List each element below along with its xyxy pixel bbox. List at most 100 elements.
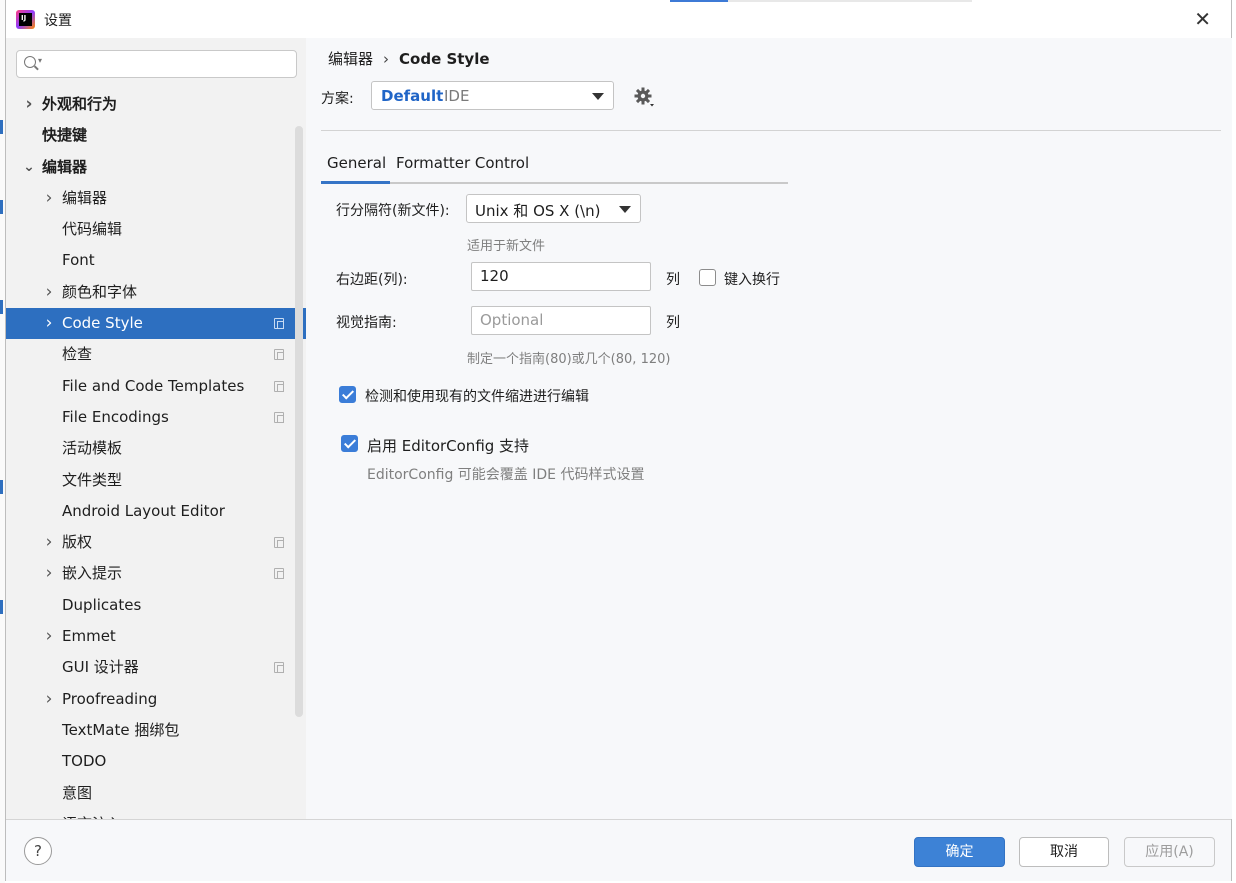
tab-formatter-control[interactable]: Formatter Control xyxy=(396,151,529,184)
search-options-chevron-icon[interactable]: ▾ xyxy=(38,56,42,65)
gear-icon[interactable] xyxy=(633,86,655,108)
divider xyxy=(321,130,1221,131)
sidebar-item[interactable]: 检查 xyxy=(6,339,306,370)
scheme-value: Default xyxy=(381,87,444,105)
sidebar-item-label: File and Code Templates xyxy=(62,376,245,395)
sidebar-item-label: 意图 xyxy=(62,783,93,802)
scheme-sub: IDE xyxy=(444,87,470,105)
tab-bar: General Formatter Control xyxy=(321,151,788,184)
sidebar-item-label: 代码编辑 xyxy=(62,220,123,239)
sidebar-item[interactable]: File Encodings xyxy=(6,402,306,433)
sidebar-item-label: 活动模板 xyxy=(62,439,123,458)
sidebar-item[interactable]: › 嵌入提示 xyxy=(6,558,306,589)
sidebar-item[interactable]: Duplicates xyxy=(6,590,306,621)
right-margin-input[interactable]: 120 xyxy=(471,262,651,291)
editorconfig-hint: EditorConfig 可能会覆盖 IDE 代码样式设置 xyxy=(367,467,645,483)
breadcrumb-parent[interactable]: 编辑器 xyxy=(328,50,373,68)
sidebar-scrollbar[interactable] xyxy=(295,126,303,717)
chevron-down-icon[interactable]: ⌄ xyxy=(22,152,36,183)
sidebar-item[interactable]: 活动模板 xyxy=(6,433,306,464)
search-input[interactable]: ▾ xyxy=(16,50,297,78)
sidebar-item[interactable]: 快捷键 xyxy=(6,120,306,151)
sidebar-item[interactable]: Android Layout Editor xyxy=(6,496,306,527)
sidebar-item[interactable]: TextMate 捆绑包 xyxy=(6,715,306,746)
chevron-right-icon[interactable]: › xyxy=(42,527,56,558)
detect-indent-checkbox[interactable] xyxy=(339,386,356,403)
editorconfig-checkbox[interactable] xyxy=(341,435,358,452)
sidebar-item[interactable]: TODO xyxy=(6,746,306,777)
right-margin-unit: 列 xyxy=(666,272,680,288)
visual-guides-hint: 制定一个指南(80)或几个(80, 120) xyxy=(467,352,671,367)
background-tab-accent xyxy=(670,0,728,2)
project-scope-icon xyxy=(274,318,284,330)
chevron-right-icon[interactable]: › xyxy=(42,621,56,652)
background-tab-strip xyxy=(728,0,972,2)
sidebar-item-label: 颜色和字体 xyxy=(62,282,138,301)
cancel-button[interactable]: 取消 xyxy=(1019,837,1109,867)
sidebar-item-label: TODO xyxy=(62,752,107,771)
sidebar-item[interactable]: 意图 xyxy=(6,778,306,809)
chevron-right-icon[interactable]: › xyxy=(42,809,56,819)
settings-sidebar: ▾ › 外观和行为 快捷键 ⌄ 编辑器 › 编辑器 代码编辑 Font › 颜色和字体 › Code S… xyxy=(6,38,306,819)
tab-general[interactable]: General xyxy=(321,151,390,184)
project-scope-icon xyxy=(274,568,284,580)
sidebar-item[interactable]: Font xyxy=(6,245,306,276)
sidebar-item[interactable]: 代码编辑 xyxy=(6,214,306,245)
editorconfig-label: 启用 EditorConfig 支持 xyxy=(367,437,530,455)
sidebar-item-label: 外观和行为 xyxy=(42,95,118,113)
help-icon[interactable]: ? xyxy=(24,837,52,865)
dialog-footer: ? 确定 取消 应用(A) xyxy=(6,819,1231,881)
sidebar-item[interactable]: GUI 设计器 xyxy=(6,652,306,683)
wrap-on-typing-checkbox[interactable] xyxy=(699,269,716,286)
visual-guides-unit: 列 xyxy=(666,315,680,331)
chevron-right-icon[interactable]: › xyxy=(22,89,36,120)
apply-button[interactable]: 应用(A) xyxy=(1124,837,1215,867)
line-separator-value: Unix 和 OS X (\n) xyxy=(475,202,601,220)
sidebar-item[interactable]: › 语言注入 xyxy=(6,809,306,819)
project-scope-icon xyxy=(274,537,284,549)
window-title: 设置 xyxy=(44,13,72,29)
sidebar-item[interactable]: › Code Style xyxy=(6,308,306,340)
chevron-right-icon[interactable]: › xyxy=(42,183,56,214)
sidebar-item[interactable]: › Proofreading xyxy=(6,684,306,715)
sidebar-item[interactable]: › 版权 xyxy=(6,527,306,558)
sidebar-item[interactable]: 文件类型 xyxy=(6,465,306,496)
chevron-right-icon[interactable]: › xyxy=(42,277,56,308)
project-scope-icon xyxy=(274,380,284,392)
close-icon[interactable]: ✕ xyxy=(1194,7,1211,31)
scheme-select[interactable]: Default IDE xyxy=(371,81,614,110)
sidebar-item[interactable]: › Emmet xyxy=(6,621,306,652)
chevron-right-icon[interactable]: › xyxy=(42,684,56,715)
sidebar-item-label: GUI 设计器 xyxy=(62,658,139,677)
sidebar-item[interactable]: › 颜色和字体 xyxy=(6,277,306,308)
sidebar-item-label: Code Style xyxy=(62,314,143,333)
sidebar-item[interactable]: ⌄ 编辑器 xyxy=(6,152,306,183)
sidebar-item-label: 快捷键 xyxy=(42,126,88,145)
chevron-right-icon[interactable]: › xyxy=(42,308,56,339)
breadcrumb-current: Code Style xyxy=(399,50,490,68)
sidebar-item[interactable]: › 编辑器 xyxy=(6,183,306,214)
visual-guides-input[interactable]: Optional xyxy=(471,306,651,335)
line-separator-label: 行分隔符(新文件): xyxy=(336,203,450,219)
project-scope-icon xyxy=(274,662,284,674)
dropdown-arrow-icon xyxy=(619,206,631,213)
scheme-label: 方案: xyxy=(321,91,354,107)
dropdown-arrow-icon xyxy=(592,93,604,100)
detect-indent-label: 检测和使用现有的文件缩进进行编辑 xyxy=(365,389,589,405)
line-separator-select[interactable]: Unix 和 OS X (\n) xyxy=(466,194,641,223)
sidebar-item-label: 文件类型 xyxy=(62,470,123,489)
sidebar-item[interactable]: File and Code Templates xyxy=(6,371,306,402)
project-scope-icon xyxy=(274,411,284,423)
sidebar-item-label: TextMate 捆绑包 xyxy=(62,720,180,739)
settings-dialog: IJ 设置 ✕ ▾ › 外观和行为 快捷键 ⌄ 编辑器 › 编辑器 代码编辑 Font › 颜色和字… xyxy=(5,0,1232,881)
sidebar-item-label: 编辑器 xyxy=(62,188,108,207)
project-scope-icon xyxy=(274,349,284,361)
settings-tree: › 外观和行为 快捷键 ⌄ 编辑器 › 编辑器 代码编辑 Font › 颜色和字体 › Code Sty… xyxy=(6,89,306,819)
sidebar-item-label: 嵌入提示 xyxy=(62,564,123,583)
ok-button[interactable]: 确定 xyxy=(914,837,1005,867)
sidebar-item-label: Duplicates xyxy=(62,595,142,614)
intellij-app-icon: IJ xyxy=(16,10,35,29)
sidebar-item-label: File Encodings xyxy=(62,407,169,426)
chevron-right-icon[interactable]: › xyxy=(42,558,56,589)
sidebar-item[interactable]: › 外观和行为 xyxy=(6,89,306,120)
